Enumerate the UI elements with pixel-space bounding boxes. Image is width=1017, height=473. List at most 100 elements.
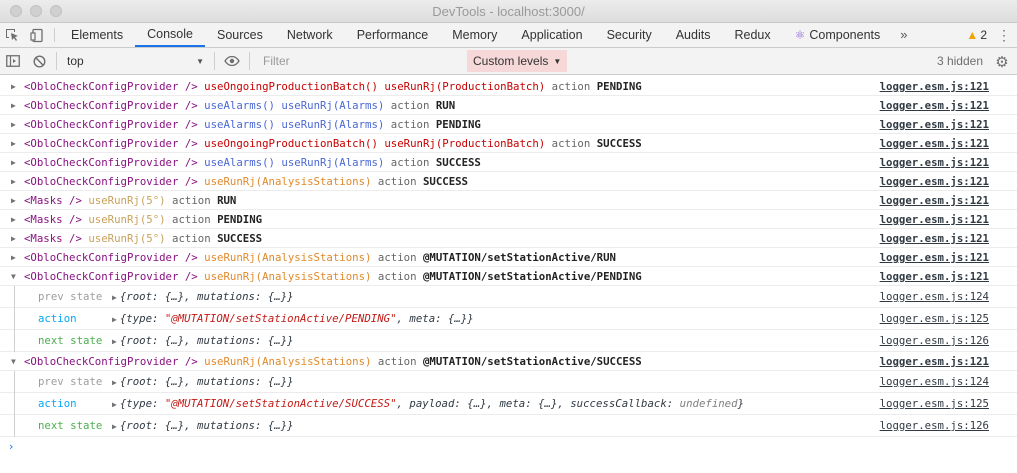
- source-link[interactable]: logger.esm.js:121: [880, 248, 989, 267]
- expanded-triangle-icon[interactable]: ▼: [11, 352, 16, 371]
- collapsed-triangle-icon[interactable]: ▶: [112, 378, 117, 387]
- zoom-window-button[interactable]: [50, 5, 62, 17]
- collapsed-triangle-icon[interactable]: ▶: [11, 134, 16, 153]
- console-log-row[interactable]: ▶ <ObloCheckConfigProvider /> useOngoingP…: [0, 77, 1017, 96]
- execution-context-select[interactable]: top ▼: [65, 51, 210, 71]
- source-link[interactable]: logger.esm.js:121: [880, 96, 989, 115]
- collapsed-triangle-icon[interactable]: ▶: [112, 293, 117, 302]
- console-log-row[interactable]: ▶ <Masks /> useRunRj(5°) action RUN logger…: [0, 191, 1017, 210]
- console-log-row[interactable]: ▶ <ObloCheckConfigProvider /> useAlarms()…: [0, 153, 1017, 172]
- console-settings-gear-icon[interactable]: ⚙: [987, 48, 1017, 75]
- log-message-text: <Masks /> useRunRj(5°) action PENDING: [24, 210, 262, 229]
- kebab-menu-icon[interactable]: ⋮: [991, 27, 1017, 44]
- tab-audits[interactable]: Audits: [664, 23, 723, 47]
- console-log-row[interactable]: ▼ <ObloCheckConfigProvider /> useRunRj(An…: [0, 352, 1017, 371]
- console-log-row[interactable]: ▶ <ObloCheckConfigProvider /> useAlarms()…: [0, 115, 1017, 134]
- object-preview[interactable]: ▶ {root: {…}, mutations: {…}}: [112, 415, 294, 438]
- collapsed-triangle-icon[interactable]: ▶: [112, 400, 117, 409]
- clear-console-icon[interactable]: [26, 48, 52, 74]
- log-message-part: action: [551, 80, 591, 93]
- collapsed-triangle-icon[interactable]: ▶: [11, 77, 16, 96]
- source-link[interactable]: logger.esm.js:121: [880, 229, 989, 248]
- console-prompt[interactable]: ›: [0, 437, 1017, 457]
- log-message-part: @MUTATION/setStationActive/RUN: [422, 251, 616, 264]
- minimize-window-button[interactable]: [30, 5, 42, 17]
- console-group-entry: prev state ▶ {root: {…}, mutations: {…}} lo…: [0, 371, 1017, 393]
- log-message-part: SUCCESS: [422, 175, 468, 188]
- tabbar-right: ▲ 2 ⋮: [962, 23, 1017, 47]
- log-message-part: <ObloCheckConfigProvider />: [24, 118, 198, 131]
- source-link[interactable]: logger.esm.js:121: [880, 172, 989, 191]
- expanded-triangle-icon[interactable]: ▼: [11, 267, 16, 286]
- source-link[interactable]: logger.esm.js:125: [880, 393, 989, 415]
- tab-application[interactable]: Application: [509, 23, 594, 47]
- source-link[interactable]: logger.esm.js:121: [880, 191, 989, 210]
- tab-performance[interactable]: Performance: [345, 23, 441, 47]
- source-link[interactable]: logger.esm.js:125: [880, 308, 989, 330]
- live-expression-eye-icon[interactable]: [219, 48, 245, 74]
- source-link[interactable]: logger.esm.js:124: [880, 371, 989, 393]
- source-link[interactable]: logger.esm.js:121: [880, 267, 989, 286]
- tab-components[interactable]: ⚛ Components: [783, 23, 893, 47]
- object-preview[interactable]: ▶ {type: "@MUTATION/setStationActive/PEND…: [112, 308, 474, 331]
- console-group-entry: next state ▶ {root: {…}, mutations: {…}} lo…: [0, 330, 1017, 352]
- object-preview[interactable]: ▶ {root: {…}, mutations: {…}}: [112, 371, 294, 394]
- chevron-down-icon: ▼: [196, 56, 204, 66]
- console-log-row[interactable]: ▶ <ObloCheckConfigProvider /> useOngoingP…: [0, 134, 1017, 153]
- prompt-chevron-icon: ›: [9, 440, 14, 453]
- console-log-row[interactable]: ▶ <ObloCheckConfigProvider /> useRunRj(An…: [0, 172, 1017, 191]
- device-toolbar-icon[interactable]: [25, 23, 50, 47]
- collapsed-triangle-icon[interactable]: ▶: [11, 248, 16, 267]
- group-entry-label: action: [38, 397, 77, 410]
- source-link[interactable]: logger.esm.js:126: [880, 415, 989, 437]
- close-window-button[interactable]: [10, 5, 22, 17]
- object-preview[interactable]: ▶ {root: {…}, mutations: {…}}: [112, 286, 294, 309]
- console-log-row[interactable]: ▶ <Masks /> useRunRj(5°) action SUCCESS lo…: [0, 229, 1017, 248]
- collapsed-triangle-icon[interactable]: ▶: [11, 191, 16, 210]
- collapsed-triangle-icon[interactable]: ▶: [112, 337, 117, 346]
- object-preview-part: {root: {…}, mutations: {…}}: [119, 290, 294, 303]
- source-link[interactable]: logger.esm.js:121: [880, 352, 989, 371]
- tab-security[interactable]: Security: [595, 23, 664, 47]
- tab-elements[interactable]: Elements: [59, 23, 135, 47]
- more-tabs-button[interactable]: »: [892, 23, 915, 47]
- group-guide-line: [14, 286, 15, 308]
- tab-sources[interactable]: Sources: [205, 23, 275, 47]
- console-log-row[interactable]: ▼ <ObloCheckConfigProvider /> useRunRj(An…: [0, 267, 1017, 286]
- source-link[interactable]: logger.esm.js:121: [880, 210, 989, 229]
- console-log-row[interactable]: ▶ <ObloCheckConfigProvider /> useAlarms()…: [0, 96, 1017, 115]
- tab-console[interactable]: Console: [135, 23, 205, 47]
- source-link[interactable]: logger.esm.js:121: [880, 153, 989, 172]
- console-log-row[interactable]: ▶ <Masks /> useRunRj(5°) action PENDING lo…: [0, 210, 1017, 229]
- source-link[interactable]: logger.esm.js:124: [880, 286, 989, 308]
- inspect-element-icon[interactable]: [0, 23, 25, 47]
- source-link[interactable]: logger.esm.js:121: [880, 134, 989, 153]
- collapsed-triangle-icon[interactable]: ▶: [112, 315, 117, 324]
- devtools-tabbar: Elements Console Sources Network Performance…: [0, 23, 1017, 48]
- tab-memory[interactable]: Memory: [440, 23, 509, 47]
- collapsed-triangle-icon[interactable]: ▶: [11, 115, 16, 134]
- log-message-part: @MUTATION/setStationActive/PENDING: [422, 270, 642, 283]
- tab-network[interactable]: Network: [275, 23, 345, 47]
- tab-label: Security: [606, 28, 652, 42]
- tab-redux[interactable]: Redux: [722, 23, 782, 47]
- collapsed-triangle-icon[interactable]: ▶: [11, 96, 16, 115]
- toolbar-separator: [249, 52, 250, 70]
- collapsed-triangle-icon[interactable]: ▶: [11, 172, 16, 191]
- collapsed-triangle-icon[interactable]: ▶: [11, 153, 16, 172]
- warnings-counter[interactable]: ▲ 2: [962, 28, 991, 42]
- console-log-row[interactable]: ▶ <ObloCheckConfigProvider /> useRunRj(An…: [0, 248, 1017, 267]
- log-levels-dropdown[interactable]: Custom levels ▼: [467, 50, 568, 72]
- show-sidebar-icon[interactable]: [0, 48, 26, 74]
- console-filter-input[interactable]: [258, 50, 467, 72]
- collapsed-triangle-icon[interactable]: ▶: [11, 229, 16, 248]
- object-preview[interactable]: ▶ {type: "@MUTATION/setStationActive/SUCC…: [112, 393, 744, 416]
- source-link[interactable]: logger.esm.js:121: [880, 115, 989, 134]
- collapsed-triangle-icon[interactable]: ▶: [11, 210, 16, 229]
- log-message-part: action: [390, 99, 430, 112]
- object-preview[interactable]: ▶ {root: {…}, mutations: {…}}: [112, 330, 294, 353]
- log-message-part: PENDING: [217, 213, 263, 226]
- source-link[interactable]: logger.esm.js:121: [880, 77, 989, 96]
- source-link[interactable]: logger.esm.js:126: [880, 330, 989, 352]
- collapsed-triangle-icon[interactable]: ▶: [112, 422, 117, 431]
